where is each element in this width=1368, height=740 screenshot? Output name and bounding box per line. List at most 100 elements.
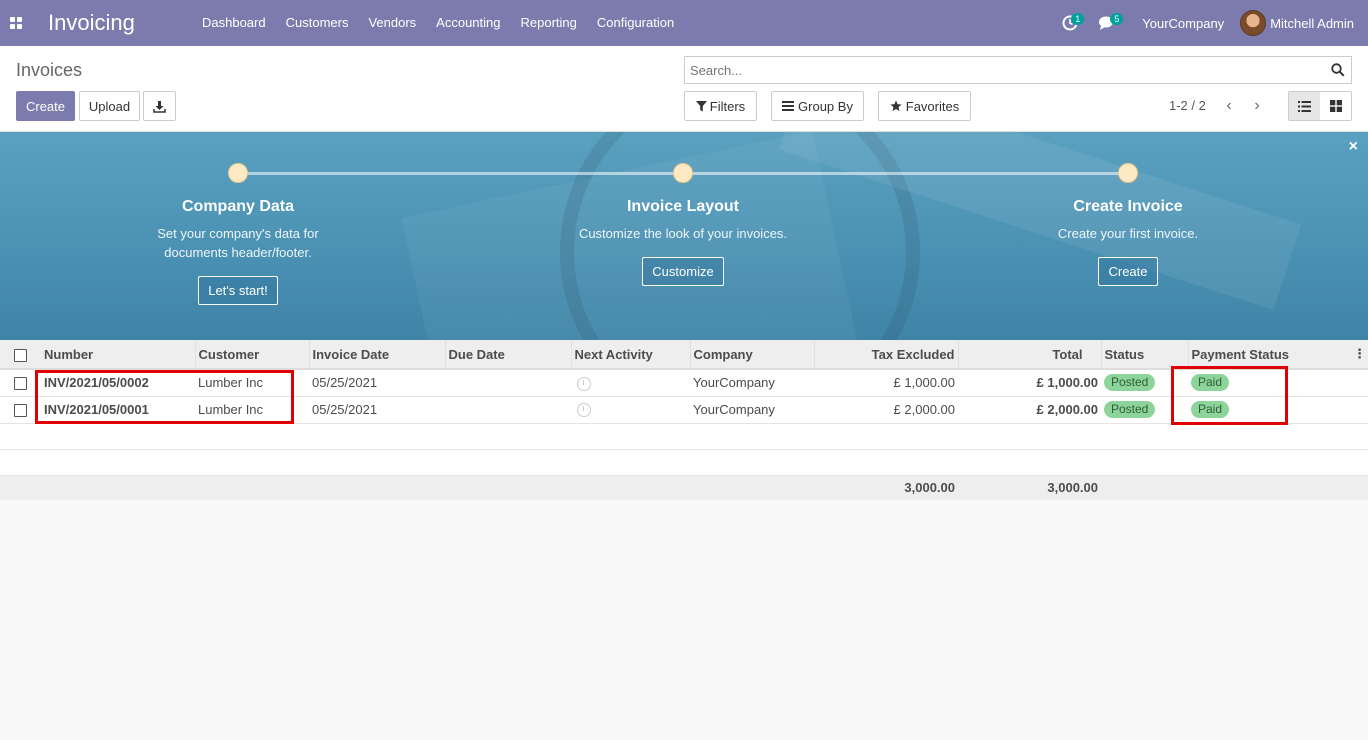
- list-view-icon: [1298, 100, 1311, 112]
- step-dot-create-invoice: [1118, 163, 1138, 183]
- payment-status-badge: Paid: [1191, 401, 1230, 418]
- payment-status-badge: Paid: [1191, 374, 1230, 392]
- invoice-tax-excluded: £ 2,000.00: [814, 396, 958, 424]
- activity-button[interactable]: 1: [1052, 0, 1088, 46]
- step-dot-company-data: [228, 163, 248, 183]
- invoice-number: INV/2021/05/0002: [41, 369, 195, 397]
- col-customer[interactable]: Customer: [194, 340, 309, 370]
- invoice-customer: Lumber Inc: [195, 369, 309, 397]
- row-checkbox[interactable]: [14, 377, 27, 391]
- invoice-company: YourCompany: [690, 369, 814, 397]
- user-name: Mitchell Admin: [1270, 15, 1354, 31]
- kanban-view-button[interactable]: [1320, 92, 1351, 120]
- invoice-company: YourCompany: [690, 396, 814, 424]
- table-header: Number Customer Invoice Date Due Date Ne…: [0, 340, 1368, 370]
- lets-start-button[interactable]: Let's start!: [198, 276, 278, 305]
- search-icon[interactable]: [1325, 63, 1351, 77]
- step-invoice-layout: Invoice Layout Customize the look of you…: [533, 198, 833, 286]
- chevron-left-icon[interactable]: ‹: [1219, 96, 1239, 116]
- pager-value[interactable]: 1-2 / 2: [1169, 98, 1206, 113]
- favorites-button[interactable]: Favorites: [878, 91, 971, 121]
- app-title[interactable]: Invoicing: [48, 10, 188, 36]
- systray: 1 5 YourCompany Mitchell Admin: [1052, 0, 1368, 46]
- invoice-customer: Lumber Inc: [195, 396, 309, 424]
- invoice-table: Number Customer Invoice Date Due Date Ne…: [0, 340, 1368, 500]
- list-bars-icon: [782, 101, 795, 111]
- col-status[interactable]: Status: [1100, 340, 1188, 370]
- invoice-total: £ 1,000.00: [958, 369, 1101, 397]
- activity-count-badge: 1: [1071, 13, 1085, 25]
- step-dot-invoice-layout: [673, 163, 693, 183]
- groupby-button[interactable]: Group By: [771, 91, 864, 121]
- breadcrumb: Invoices: [16, 60, 83, 80]
- messages-button[interactable]: 5: [1088, 0, 1126, 46]
- close-icon[interactable]: ×: [1349, 138, 1358, 156]
- top-navbar: Invoicing Dashboard Customers Vendors Ac…: [0, 0, 1368, 46]
- menu-vendors[interactable]: Vendors: [358, 0, 426, 46]
- total-tax-excluded: 3,000.00: [814, 475, 958, 500]
- activity-clock-icon[interactable]: [577, 403, 591, 418]
- select-all-checkbox[interactable]: [14, 348, 27, 362]
- total-amount: 3,000.00: [958, 475, 1101, 500]
- onboarding-banner: Company Data Set your company's data for…: [0, 132, 1368, 340]
- invoice-tax-excluded: £ 1,000.00: [814, 369, 958, 397]
- list-view-button[interactable]: [1289, 92, 1320, 120]
- invoice-total: £ 2,000.00: [958, 396, 1101, 424]
- col-next-activity[interactable]: Next Activity: [570, 340, 690, 370]
- status-badge: Posted: [1104, 374, 1156, 392]
- col-company[interactable]: Company: [689, 340, 814, 370]
- step-text: Create your first invoice.: [1057, 226, 1199, 241]
- invoice-number: INV/2021/05/0001: [41, 396, 195, 424]
- empty-row: [0, 423, 1368, 450]
- col-tax-excluded[interactable]: Tax Excluded: [813, 340, 958, 370]
- main-menu: Dashboard Customers Vendors Accounting R…: [192, 0, 684, 46]
- messages-count-badge: 5: [1110, 13, 1124, 25]
- groupby-label: Group By: [798, 98, 853, 114]
- activity-clock-icon[interactable]: [577, 376, 591, 391]
- menu-customers[interactable]: Customers: [276, 0, 359, 46]
- optional-columns-icon[interactable]: ⋮: [1350, 340, 1368, 370]
- col-payment-status[interactable]: Payment Status: [1187, 340, 1350, 370]
- table-row[interactable]: INV/2021/05/0001 Lumber Inc 05/25/2021 Y…: [0, 396, 1368, 424]
- step-text: Customize the look of your invoices.: [578, 226, 788, 241]
- step-title: Invoice Layout: [626, 198, 740, 215]
- empty-row: [0, 449, 1368, 476]
- search-bar: [684, 56, 1352, 84]
- create-button[interactable]: Create: [16, 91, 75, 121]
- invoice-list: Number Customer Invoice Date Due Date Ne…: [0, 340, 1368, 500]
- filters-button[interactable]: Filters: [684, 91, 757, 121]
- col-number[interactable]: Number: [41, 340, 195, 370]
- table-row[interactable]: INV/2021/05/0002 Lumber Inc 05/25/2021 Y…: [0, 369, 1368, 397]
- col-due-date[interactable]: Due Date: [444, 340, 571, 370]
- download-button[interactable]: [143, 91, 176, 121]
- kanban-view-icon: [1329, 100, 1342, 112]
- menu-dashboard[interactable]: Dashboard: [192, 0, 276, 46]
- control-panel: Invoices Create Upload Filters Group By …: [0, 46, 1368, 132]
- step-create-invoice: Create Invoice Create your first invoice…: [978, 198, 1278, 286]
- download-icon: [153, 100, 166, 113]
- menu-accounting[interactable]: Accounting: [426, 0, 510, 46]
- filter-icon: [695, 100, 707, 111]
- row-checkbox[interactable]: [14, 404, 27, 418]
- upload-button[interactable]: Upload: [79, 91, 140, 121]
- create-invoice-button[interactable]: Create: [1098, 257, 1158, 286]
- invoice-date: 05/25/2021: [309, 396, 445, 424]
- search-input[interactable]: [685, 57, 1325, 83]
- status-badge: Posted: [1104, 401, 1156, 418]
- apps-menu-icon[interactable]: [0, 0, 32, 46]
- menu-reporting[interactable]: Reporting: [511, 0, 587, 46]
- invoice-date: 05/25/2021: [309, 369, 445, 397]
- customize-button[interactable]: Customize: [642, 257, 724, 286]
- favorites-label: Favorites: [905, 98, 960, 114]
- step-text: documents header/footer.: [164, 245, 312, 260]
- user-menu[interactable]: Mitchell Admin: [1240, 10, 1368, 36]
- col-invoice-date[interactable]: Invoice Date: [308, 340, 445, 370]
- step-text: Set your company's data for: [157, 226, 319, 241]
- avatar: [1240, 10, 1267, 36]
- company-switcher[interactable]: YourCompany: [1126, 16, 1240, 31]
- col-total[interactable]: Total: [957, 340, 1101, 370]
- step-company-data: Company Data Set your company's data for…: [88, 198, 388, 305]
- totals-row: 3,000.00 3,000.00: [0, 475, 1368, 500]
- menu-configuration[interactable]: Configuration: [587, 0, 684, 46]
- chevron-right-icon[interactable]: ›: [1247, 96, 1267, 116]
